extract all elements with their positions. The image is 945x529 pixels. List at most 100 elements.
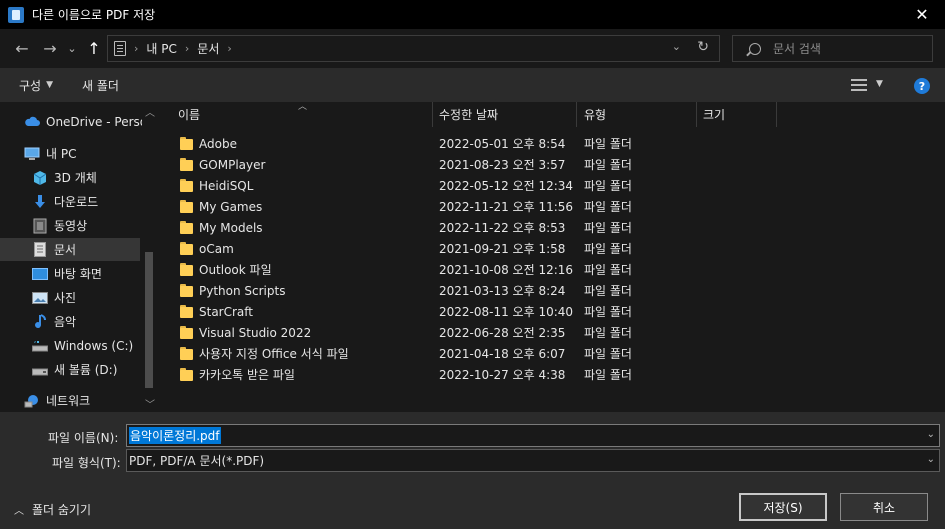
video-icon — [32, 218, 48, 233]
filename-value[interactable]: 음악이론정리.pdf — [129, 427, 221, 444]
breadcrumb-separator[interactable]: › — [185, 42, 189, 55]
sidebar-item-label: 바탕 화면 — [54, 267, 102, 281]
file-type: 파일 폴더 — [584, 221, 632, 235]
sidebar-item-label: OneDrive - Personal — [46, 114, 142, 129]
filename-label: 파일 이름(N): — [48, 431, 119, 445]
file-row[interactable]: My Models 2022-11-22 오후 8:53 파일 폴더 — [180, 217, 680, 238]
column-divider[interactable] — [576, 102, 577, 127]
file-type: 파일 폴더 — [584, 305, 632, 319]
file-row[interactable]: StarCraft 2022-08-11 오후 10:40 파일 폴더 — [180, 301, 680, 322]
folder-icon — [180, 326, 193, 339]
column-header-modified[interactable]: 수정한 날짜 — [439, 102, 576, 127]
help-icon[interactable]: ? — [914, 78, 930, 94]
app-icon — [8, 6, 24, 23]
close-button[interactable]: ✕ — [899, 0, 945, 29]
download-icon — [32, 194, 48, 209]
organize-button[interactable]: 구성 — [19, 77, 41, 94]
scroll-down-icon[interactable]: ﹀ — [145, 396, 155, 411]
cancel-button[interactable]: 취소 — [840, 493, 928, 521]
file-row[interactable]: HeidiSQL 2022-05-12 오전 12:34 파일 폴더 — [180, 175, 680, 196]
search-input[interactable]: 문서 검색 — [773, 40, 821, 57]
file-name: HeidiSQL — [199, 178, 254, 193]
file-modified: 2021-08-23 오전 3:57 — [439, 158, 566, 172]
sidebar-item-label: 다운로드 — [54, 195, 99, 209]
folder-icon — [180, 305, 193, 318]
forward-icon[interactable]: → — [40, 37, 60, 59]
folder-icon — [180, 179, 193, 192]
back-icon[interactable]: ← — [12, 37, 32, 59]
file-row[interactable]: Outlook 파일 2021-10-08 오전 12:16 파일 폴더 — [180, 259, 680, 280]
navigation-pane-scrollbar[interactable]: ︿ ﹀ — [141, 102, 158, 412]
music-icon — [32, 313, 48, 329]
breadcrumb-documents[interactable]: 문서 — [197, 40, 219, 57]
file-row[interactable]: Visual Studio 2022 2022-06-28 오전 2:35 파일 폴… — [180, 322, 680, 343]
folder-icon — [180, 368, 193, 381]
column-header-name[interactable]: 이름 — [178, 102, 432, 127]
file-name: Visual Studio 2022 — [199, 325, 312, 340]
title-bar: 다른 이름으로 PDF 저장 ✕ — [0, 0, 945, 29]
column-header-type[interactable]: 유형 — [584, 102, 696, 127]
chevron-down-icon[interactable]: ⌄ — [927, 454, 935, 465]
drive-icon — [32, 339, 48, 353]
hide-folders-toggle[interactable]: ︿ 폴더 숨기기 — [14, 501, 91, 518]
file-modified: 2022-10-27 오후 4:38 — [439, 368, 566, 382]
search-box[interactable]: 문서 검색 — [732, 35, 933, 62]
file-row[interactable]: 카카오톡 받은 파일 2022-10-27 오후 4:38 파일 폴더 — [180, 364, 680, 385]
folder-icon — [180, 347, 193, 360]
network-icon — [24, 394, 40, 408]
scrollbar-thumb[interactable] — [145, 252, 153, 388]
file-type: 파일 폴더 — [584, 368, 632, 382]
sidebar-item-label: 새 볼륨 (D:) — [54, 363, 118, 377]
file-row[interactable]: GOMPlayer 2021-08-23 오전 3:57 파일 폴더 — [180, 154, 680, 175]
column-header-size[interactable]: 크기 — [703, 102, 775, 127]
document-icon — [32, 242, 48, 257]
file-type: 파일 폴더 — [584, 179, 632, 193]
organize-chevron-icon[interactable]: ▼ — [46, 80, 53, 90]
address-history-chevron-icon[interactable]: ⌄ — [672, 40, 681, 53]
column-divider[interactable] — [696, 102, 697, 127]
file-name: My Games — [199, 199, 263, 214]
search-icon — [749, 42, 761, 55]
scroll-up-icon[interactable]: ︿ — [145, 104, 155, 119]
column-divider[interactable] — [776, 102, 777, 127]
file-modified: 2021-04-18 오후 6:07 — [439, 347, 566, 361]
file-row[interactable]: My Games 2022-11-21 오후 11:56 파일 폴더 — [180, 196, 680, 217]
sidebar-item-documents[interactable]: 문서 — [0, 238, 140, 261]
breadcrumb-my-pc[interactable]: 내 PC — [146, 40, 176, 57]
file-name: Outlook 파일 — [199, 263, 272, 277]
sidebar-item-label: 내 PC — [46, 147, 77, 161]
folder-icon — [180, 242, 193, 255]
column-divider[interactable] — [432, 102, 433, 127]
recent-locations-icon[interactable]: ⌄ — [66, 37, 78, 59]
desktop-icon — [32, 267, 48, 281]
view-options-icon[interactable] — [851, 79, 867, 91]
address-bar[interactable]: › 내 PC › 문서 › ⌄ ↻ — [107, 35, 720, 62]
breadcrumb-separator[interactable]: › — [134, 42, 138, 55]
filename-field[interactable]: 음악이론정리.pdf ⌄ — [126, 424, 940, 447]
refresh-icon[interactable]: ↻ — [697, 39, 709, 55]
3d-objects-icon — [32, 170, 48, 185]
breadcrumb-separator[interactable]: › — [227, 42, 231, 55]
view-chevron-icon[interactable]: ▼ — [876, 79, 883, 89]
drive-icon — [32, 363, 48, 377]
chevron-down-icon[interactable]: ⌄ — [927, 429, 935, 440]
file-type: 파일 폴더 — [584, 242, 632, 256]
folder-icon — [180, 158, 193, 171]
new-folder-button[interactable]: 새 폴더 — [82, 77, 119, 94]
sidebar-item-label: 3D 개체 — [54, 171, 97, 185]
file-type: 파일 폴더 — [584, 284, 632, 298]
documents-location-icon — [114, 41, 126, 56]
file-row[interactable]: Adobe 2022-05-01 오후 8:54 파일 폴더 — [180, 133, 680, 154]
file-row[interactable]: oCam 2021-09-21 오후 1:58 파일 폴더 — [180, 238, 680, 259]
file-row[interactable]: Python Scripts 2021-03-13 오후 8:24 파일 폴더 — [180, 280, 680, 301]
window-title: 다른 이름으로 PDF 저장 — [32, 8, 156, 22]
file-name: StarCraft — [199, 304, 253, 319]
save-button[interactable]: 저장(S) — [739, 493, 827, 521]
file-row[interactable]: 사용자 지정 Office 서식 파일 2021-04-18 오후 6:07 파일 … — [180, 343, 680, 364]
chevron-up-icon: ︿ — [14, 506, 24, 517]
sidebar-item-label: Windows (C:) — [54, 338, 134, 353]
sidebar-item-label: 문서 — [54, 243, 77, 257]
up-icon[interactable]: ↑ — [84, 37, 104, 59]
save-form-panel: 파일 이름(N): 음악이론정리.pdf ⌄ 파일 형식(T): PDF, PD… — [0, 412, 945, 529]
filetype-select[interactable]: PDF, PDF/A 문서(*.PDF) ⌄ — [126, 449, 940, 472]
